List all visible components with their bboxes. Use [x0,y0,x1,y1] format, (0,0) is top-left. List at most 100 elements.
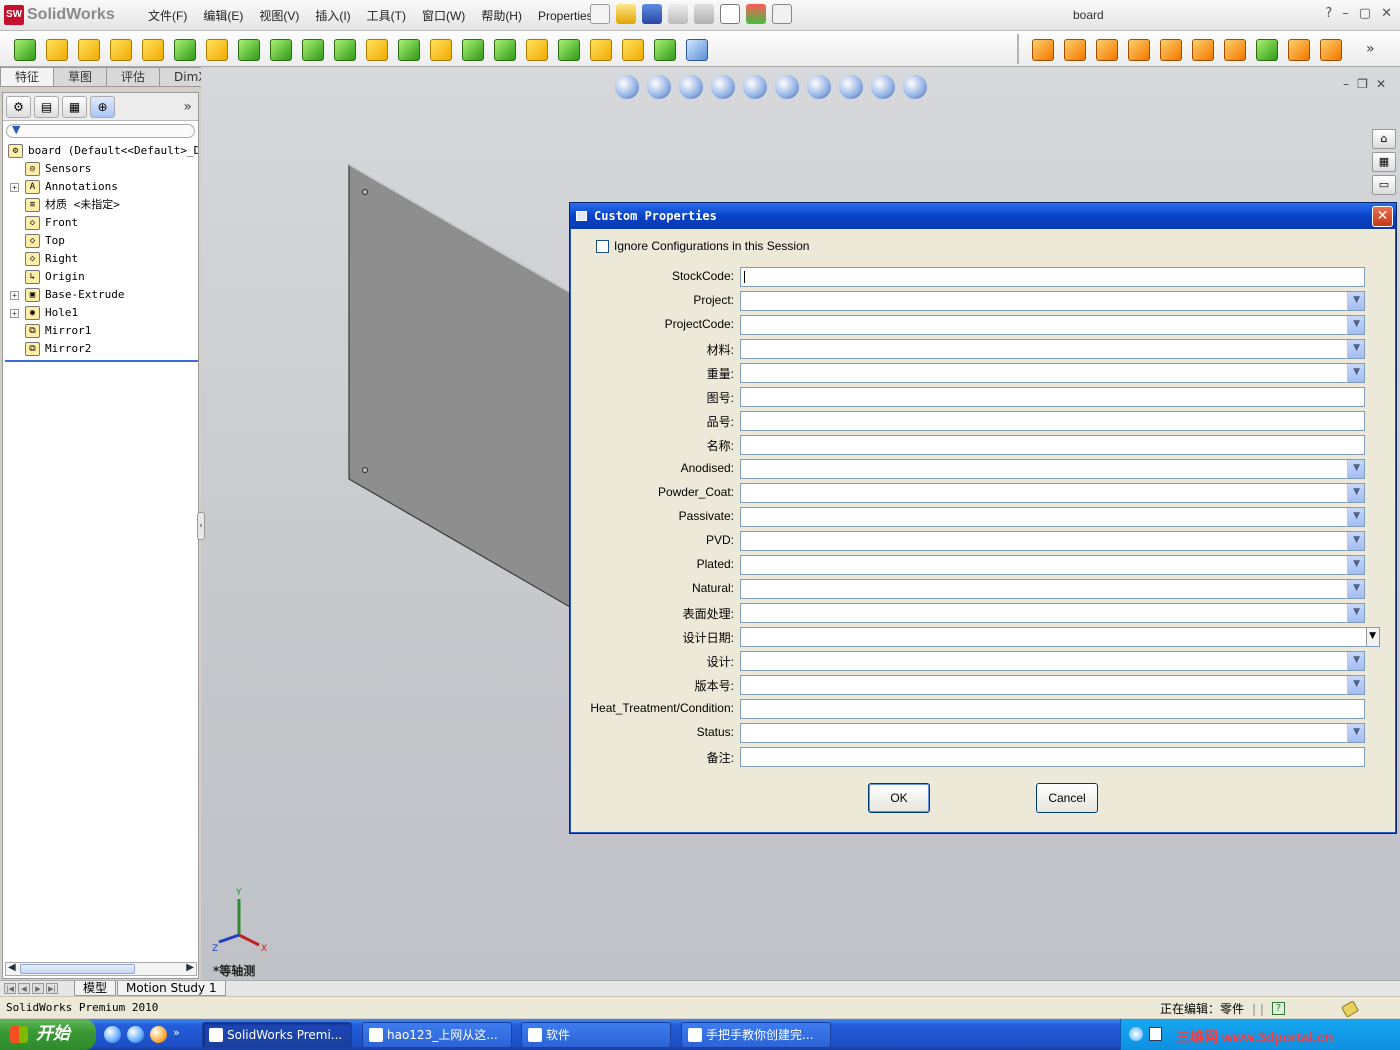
swept-boss-icon[interactable] [74,35,102,63]
taskbar-button[interactable]: hao123_上网从这... [362,1022,512,1048]
property-dropdown[interactable]: ▼ [740,339,1365,359]
menu-item-4[interactable]: 插入(I) [307,7,358,24]
options-icon[interactable] [772,4,792,24]
section-view-icon[interactable] [711,75,735,99]
print-icon[interactable] [668,4,688,24]
design-library-icon[interactable]: ▦ [1372,152,1396,172]
propertymanager-tab-icon[interactable]: ▤ [34,95,59,118]
command-tab-1[interactable]: 特征 [0,67,55,87]
offset-surface-icon[interactable] [1252,35,1280,63]
help-icon[interactable]: ? [1325,6,1332,21]
browser-icon[interactable] [104,1026,121,1043]
dialog-close-button[interactable]: ✕ [1372,206,1393,227]
tab-model[interactable]: 模型 [74,981,117,996]
filled-surface-icon[interactable] [1188,35,1216,63]
planar-surface-icon[interactable] [1220,35,1248,63]
tray-help-icon[interactable] [1149,1027,1162,1041]
viewport-close-icon[interactable]: ✕ [1376,77,1386,91]
menu-item-2[interactable]: 编辑(E) [195,7,251,24]
tab-prev-icon[interactable]: ◀ [18,983,30,994]
tab-motion-study-1[interactable]: Motion Study 1 [117,981,226,996]
messenger-icon[interactable] [150,1026,167,1043]
property-input[interactable] [740,267,1365,287]
scroll-right-icon[interactable]: ▶ [186,962,194,973]
property-dropdown[interactable]: ▼ [740,507,1365,527]
ignore-configurations-option[interactable]: Ignore Configurations in this Session [596,239,809,253]
scrollbar-thumb[interactable] [20,964,135,974]
view-orientation-icon[interactable] [743,75,767,99]
internet-explorer-icon[interactable] [127,1026,144,1043]
curves-icon[interactable] [650,35,678,63]
surface-sweep-icon[interactable] [1092,35,1120,63]
property-dropdown[interactable]: ▼ [740,579,1365,599]
expand-icon[interactable]: + [10,183,19,192]
property-date-picker[interactable]: ▼ [740,627,1380,647]
property-dropdown[interactable]: ▼ [740,603,1365,623]
knit-surface-icon[interactable] [1316,35,1344,63]
property-dropdown[interactable]: ▼ [740,531,1365,551]
revolved-boss-icon[interactable] [42,35,70,63]
chevron-down-icon[interactable]: ▼ [1353,319,1360,329]
extruded-cut-icon[interactable] [170,35,198,63]
previous-view-icon[interactable] [679,75,703,99]
revolved-cut-icon[interactable] [234,35,262,63]
property-dropdown[interactable]: ▼ [740,555,1365,575]
plate-face[interactable] [348,163,571,609]
surface-revolve-icon[interactable] [1060,35,1088,63]
save-icon[interactable] [642,4,662,24]
chevron-down-icon[interactable]: ▼ [1353,343,1360,353]
panel-more-icon[interactable]: » [183,99,192,115]
chevron-down-icon[interactable]: ▼ [1353,463,1360,473]
chevron-down-icon[interactable]: ▼ [1353,655,1360,665]
draft-icon[interactable] [458,35,486,63]
tree-rollback-bar[interactable] [5,360,198,362]
tree-item[interactable]: ⚙ board (Default<<Default>_Di [3,142,198,160]
chevron-down-icon[interactable]: ▼ [1353,535,1360,545]
open-folder-icon[interactable] [616,4,636,24]
chevron-down-icon[interactable]: ▼ [1369,631,1376,641]
instant3d-icon[interactable] [682,35,710,63]
tree-item[interactable]: ◇ Front [3,214,198,232]
view-settings-icon[interactable] [903,75,927,99]
reference-geometry-icon[interactable] [618,35,646,63]
property-dropdown[interactable]: ▼ [740,651,1365,671]
boundary-cut-icon[interactable] [330,35,358,63]
network-icon[interactable] [1129,1027,1143,1041]
boundary-boss-icon[interactable] [138,35,166,63]
chevron-down-icon[interactable]: ▼ [1353,295,1360,305]
extruded-boss-icon[interactable] [10,35,38,63]
property-dropdown[interactable]: ▼ [740,723,1365,743]
dimxpertmanager-tab-icon[interactable]: ⊕ [90,95,115,118]
tree-item[interactable]: ⧉ Mirror2 [3,340,198,358]
lofted-boss-icon[interactable] [106,35,134,63]
property-dropdown[interactable]: ▼ [740,291,1365,311]
property-input[interactable] [740,747,1365,767]
menu-item-1[interactable]: 文件(F) [140,7,195,24]
rebuild-status-icon[interactable] [1340,999,1359,1018]
tree-item[interactable]: ≡ 材质 <未指定> [3,196,198,214]
new-document-icon[interactable] [590,4,610,24]
property-dropdown[interactable]: ▼ [740,315,1365,335]
hide-show-items-icon[interactable] [807,75,831,99]
chevron-down-icon[interactable]: ▼ [1353,583,1360,593]
tab-last-icon[interactable]: ▶| [46,983,58,994]
tree-item[interactable]: ◇ Top [3,232,198,250]
property-input[interactable] [740,435,1365,455]
linear-pattern-icon[interactable] [394,35,422,63]
taskbar-button[interactable]: 软件 [521,1022,671,1048]
menu-item-6[interactable]: 窗口(W) [414,7,473,24]
mirror-icon[interactable] [586,35,614,63]
chevron-down-icon[interactable]: ▼ [1353,367,1360,377]
property-dropdown[interactable]: ▼ [740,459,1365,479]
property-input[interactable] [740,699,1365,719]
plate-hole-top[interactable] [362,189,368,195]
configurationmanager-tab-icon[interactable]: ▦ [62,95,87,118]
cancel-button[interactable]: Cancel [1036,783,1098,813]
start-button[interactable]: 开始 [0,1019,96,1050]
ignore-configurations-checkbox[interactable] [596,239,609,253]
tree-item[interactable]: ◇ Right [3,250,198,268]
chevron-down-icon[interactable]: ▼ [1353,559,1360,569]
rib-icon[interactable] [426,35,454,63]
property-input[interactable] [740,411,1365,431]
tab-first-icon[interactable]: |◀ [4,983,16,994]
